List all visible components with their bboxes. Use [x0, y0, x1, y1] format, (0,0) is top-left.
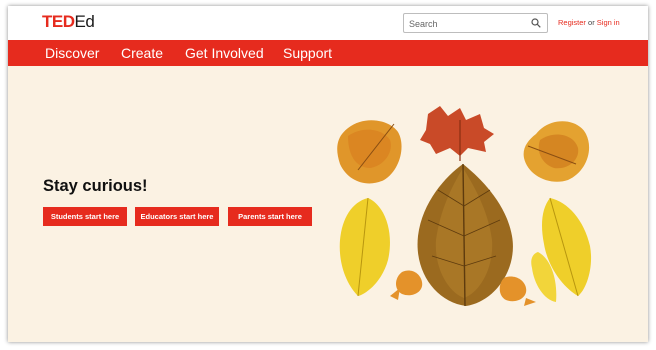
logo-ed-text: Ed [74, 12, 95, 31]
main-nav: Discover Create Get Involved Support [8, 40, 648, 66]
logo-ted-text: TED [42, 12, 75, 31]
nav-item-create[interactable]: Create [121, 45, 163, 61]
nav-item-support[interactable]: Support [283, 45, 332, 61]
register-link[interactable]: Register [558, 18, 586, 27]
hero-headline: Stay curious! [43, 177, 148, 195]
browser-viewport: TEDEd Register or Sign in Discover Creat… [8, 6, 648, 342]
leaf-owl-illustration [337, 106, 592, 307]
nav-item-get-involved[interactable]: Get Involved [185, 45, 264, 61]
educators-start-button[interactable]: Educators start here [135, 207, 219, 226]
ted-ed-logo[interactable]: TEDEd [42, 12, 95, 32]
students-start-button[interactable]: Students start here [43, 207, 127, 226]
parents-start-button[interactable]: Parents start here [228, 207, 312, 226]
signin-link[interactable]: Sign in [597, 18, 620, 27]
hero-section: Stay curious! Students start here Educat… [8, 66, 648, 342]
or-separator: or [588, 18, 595, 27]
search-icon[interactable] [531, 18, 541, 28]
top-header: TEDEd Register or Sign in [8, 6, 648, 40]
auth-links: Register or Sign in [558, 18, 620, 27]
nav-item-discover[interactable]: Discover [45, 45, 99, 61]
search-input[interactable] [404, 15, 524, 33]
search-box [403, 13, 548, 33]
